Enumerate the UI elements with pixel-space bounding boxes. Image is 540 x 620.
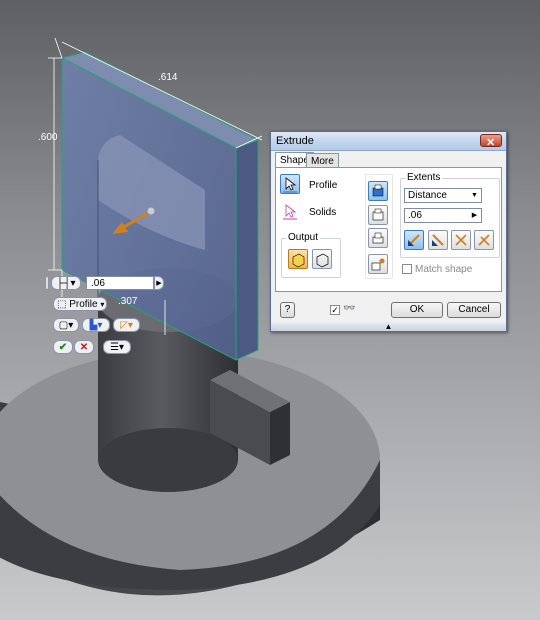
ok-button[interactable]: OK (391, 302, 443, 318)
glasses-icon: 👓 (343, 303, 356, 314)
dialog-title: Extrude (276, 135, 314, 147)
extents-type-value: Distance (408, 190, 447, 201)
profile-select-button[interactable] (280, 174, 300, 194)
output-group: Output (281, 232, 341, 278)
tab-more[interactable]: More (306, 153, 339, 168)
help-button[interactable]: ? (280, 302, 295, 318)
match-shape-checkbox[interactable] (402, 264, 412, 274)
surface-cube-icon (316, 253, 329, 268)
join-icon (372, 184, 384, 197)
check-icon: ✓ (331, 305, 339, 315)
distance-arrow-button[interactable]: ▶ (154, 276, 164, 290)
ok-check-button[interactable]: ✔ (53, 340, 73, 354)
new-solid-icon (371, 258, 385, 271)
minitoolbar-grip[interactable] (45, 276, 49, 290)
offset-dimension[interactable]: .307 (118, 296, 138, 307)
height-dimension[interactable]: .600 (38, 132, 58, 143)
ok-icon: ✔ (58, 342, 68, 353)
profile-button-label: Profile (69, 299, 98, 310)
extents-label: Extents (405, 172, 443, 183)
direction-2-button[interactable] (428, 230, 448, 250)
close-button[interactable]: ✕ (480, 134, 502, 149)
menu-icon: ☰▾ (110, 342, 124, 353)
chevron-right-icon: ▶ (471, 212, 478, 219)
symmetric-button[interactable] (451, 230, 471, 250)
width-dimension[interactable]: .614 (158, 72, 178, 83)
cursor-arrow-pink-icon (283, 204, 297, 220)
output-solid-icon: ▢▾ (58, 320, 74, 331)
profile-label: Profile (309, 180, 338, 191)
cut-icon (372, 208, 384, 221)
close-icon: ✕ (486, 137, 496, 149)
dialog-titlebar[interactable]: Extrude ✕ (271, 132, 506, 151)
output-surface-button[interactable] (312, 249, 332, 269)
direction-1-icon (408, 234, 420, 246)
solids-label: Solids (309, 207, 337, 218)
new-solid-button[interactable] (368, 254, 388, 274)
extents-group: Extents Distance ▼ .06 ▶ (400, 172, 500, 258)
output-label: Output (286, 232, 321, 243)
distance-field[interactable]: .06 ▶ (404, 208, 482, 223)
asymmetric-icon (478, 234, 490, 246)
options-menu-button[interactable]: ☰▾ (103, 340, 131, 354)
profile-select-icon: ⬚ (57, 299, 67, 310)
extrude-dialog: Extrude ✕ Shape More Profile Solids Outp… (270, 131, 507, 332)
symmetric-icon (455, 234, 467, 246)
match-shape-label: Match shape (415, 264, 473, 275)
help-icon: ? (284, 304, 291, 315)
distance-input[interactable]: .06 (86, 276, 154, 290)
taper-icon: ◸▾ (120, 320, 133, 331)
asymmetric-button[interactable] (474, 230, 494, 250)
preview-checkbox[interactable]: ✓ (330, 305, 340, 315)
direction-2-icon (432, 234, 444, 246)
direction-icon: ▙▾ (89, 320, 103, 331)
extents-type-dropdown[interactable]: Distance ▼ (404, 188, 482, 203)
cancel-button[interactable]: Cancel (447, 302, 501, 318)
chevron-down-icon: ▼ (471, 192, 478, 199)
profile-button[interactable]: ⬚ Profile ▾ (53, 297, 107, 311)
direction-button[interactable]: ▙▾ (82, 318, 110, 332)
direction-1-button[interactable] (404, 230, 424, 250)
extrude-preview (60, 51, 260, 361)
join-button[interactable] (368, 181, 388, 201)
shape-tab-panel: Profile Solids Output Extents Distance ▼ (275, 167, 502, 292)
distance-options-button[interactable]: ├┤▾ (51, 276, 81, 290)
intersect-button[interactable] (368, 228, 388, 248)
taper-button[interactable]: ◸▾ (113, 318, 140, 332)
cancel-x-button[interactable]: ✕ (74, 340, 94, 354)
cut-button[interactable] (368, 205, 388, 225)
output-solid-button[interactable] (288, 249, 308, 269)
expand-arrow-icon: ▲ (384, 322, 393, 331)
distance-field-value: .06 (408, 210, 422, 221)
distance-icon: ├┤▾ (56, 278, 76, 289)
output-type-button[interactable]: ▢▾ (53, 318, 79, 332)
solids-select-button[interactable] (280, 201, 300, 221)
intersect-icon (372, 232, 384, 244)
expand-bar[interactable]: ▲ (271, 322, 506, 331)
solid-cube-icon (292, 253, 305, 268)
cancel-icon: ✕ (79, 342, 89, 353)
cursor-arrow-icon (283, 177, 297, 193)
chevron-down-icon: ▾ (100, 300, 105, 309)
